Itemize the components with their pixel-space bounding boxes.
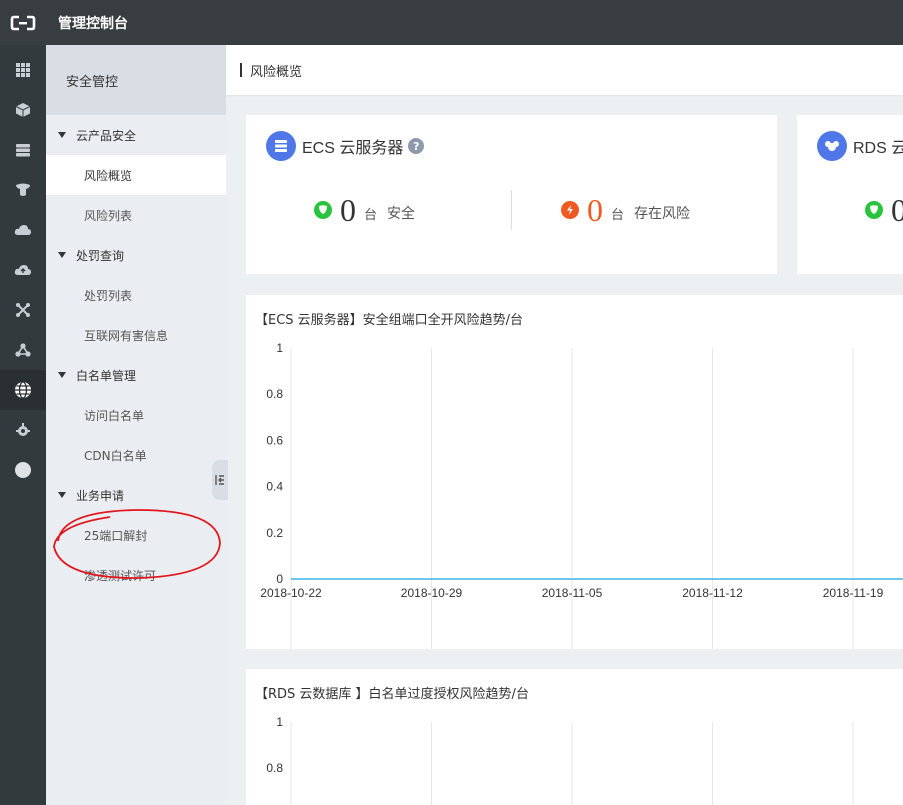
y-tick-label: 1 [276,715,283,729]
caret-down-icon [58,132,66,138]
y-tick-label: 0.2 [266,526,283,540]
caret-down-icon [58,252,66,258]
rds-card-header: RDS 云 [817,131,903,161]
y-tick-label: 0.8 [266,761,283,775]
nav-group-label: 云产品安全 [76,128,137,143]
cloud-icon[interactable] [0,210,46,250]
cube-icon[interactable] [0,90,46,130]
database-icon[interactable] [0,130,46,170]
caret-down-icon [58,372,66,378]
y-tick-label: 0.6 [266,433,283,447]
page-title: 风险概览 [250,64,303,80]
stat-divider [511,190,512,230]
security-icon[interactable] [0,170,46,210]
caret-down-icon [58,492,66,498]
help-icon[interactable]: ? [408,138,425,154]
nav-group-cloud-security[interactable]: 云产品安全 [46,115,226,155]
gear-icon[interactable] [0,410,46,450]
ecs-risk-unit: 台 [611,208,625,223]
x-tick-label: 2018-10-22 [260,586,322,600]
nav-group-penalty-query[interactable]: 处罚查询 [46,235,226,275]
rds-whitelist-risk-chart: 0.81 [266,715,854,805]
ecs-risk-count: 0 [587,192,603,228]
x-tick-label: 2018-11-12 [682,586,743,600]
ecs-port-risk-chart: 0 0.2 0.4 0.6 0.8 1 2018-10-22 2018-10-29 2018-1… [260,341,903,649]
ecs-card-header: ECS 云服务器 ? [266,131,425,161]
rds-safe-stat[interactable]: 0 [865,193,903,227]
ecs-safe-count: 0 [340,192,356,228]
rds-summary-card: RDS 云 0 [797,115,903,274]
nav-item-cdn-whitelist[interactable]: CDN白名单 [46,435,226,475]
side-nav: 安全管控 云产品安全 风险概览 风险列表 处罚查询 处罚列表 互联网有害信息 白… [46,45,226,805]
console-title[interactable]: 管理控制台 [58,13,128,33]
nav-item-harmful-info[interactable]: 互联网有害信息 [46,315,226,355]
collapse-icon [215,475,224,485]
y-tick-label: 0.8 [266,387,283,401]
globe-icon[interactable] [0,370,46,410]
rds-safe-count: 0 [891,192,903,228]
ecs-safe-label: 安全 [387,206,416,222]
nav-group-label: 处罚查询 [76,248,125,263]
lightning-icon [561,201,579,219]
page-header: 风险概览 [226,45,903,95]
rds-whitelist-risk-chart-card: 【RDS 云数据库 】白名单过度授权风险趋势/台 0.8 1 [246,669,903,805]
nav-group-label: 白名单管理 [76,368,137,383]
nav-header: 安全管控 [46,45,226,115]
nav-group-whitelist[interactable]: 白名单管理 [46,355,226,395]
y-tick-label: 1 [276,341,283,355]
collapse-nav-button[interactable] [212,460,228,500]
annotation-ellipse [53,509,221,579]
y-tick-label: 0.4 [266,480,283,494]
network-icon[interactable] [0,290,46,330]
nav-item-risk-overview[interactable]: 风险概览 [46,155,226,195]
x-tick-label: 2018-11-19 [823,586,884,600]
ecs-risk-label: 存在风险 [634,206,691,222]
x-tick-label: 2018-11-05 [542,586,603,600]
ecs-title: ECS 云服务器 [302,140,404,157]
top-bar: 管理控制台 [0,0,903,45]
database-icon [817,131,847,161]
nav-item-access-whitelist[interactable]: 访问白名单 [46,395,226,435]
grid-icon[interactable] [0,50,46,90]
ecs-summary-card: ECS 云服务器 ? 0 台 安全 0 台 存在风险 [246,115,777,274]
circle-icon[interactable] [0,450,46,490]
ecs-safe-stat[interactable]: 0 台 安全 [314,193,415,227]
nav-item-risk-list[interactable]: 风险列表 [46,195,226,235]
shield-check-icon [865,201,883,219]
rds-title: RDS 云 [853,140,903,157]
aliyun-logo-icon[interactable] [0,0,46,45]
title-bar-decoration [240,63,242,77]
cluster-icon[interactable] [0,330,46,370]
nav-group-label: 业务申请 [76,488,125,503]
icon-rail [0,45,46,805]
ecs-risk-stat[interactable]: 0 台 存在风险 [561,193,690,227]
y-tick-label: 0 [276,572,283,586]
ecs-safe-unit: 台 [364,208,378,223]
x-tick-label: 2018-10-29 [401,586,463,600]
cloud-upload-icon[interactable] [0,250,46,290]
server-icon [266,131,296,161]
ecs-port-risk-chart-card: 【ECS 云服务器】安全组端口全开风险趋势/台 0 0.2 0.4 0.6 0.8 1 20… [246,295,903,649]
shield-check-icon [314,201,332,219]
nav-item-penalty-list[interactable]: 处罚列表 [46,275,226,315]
